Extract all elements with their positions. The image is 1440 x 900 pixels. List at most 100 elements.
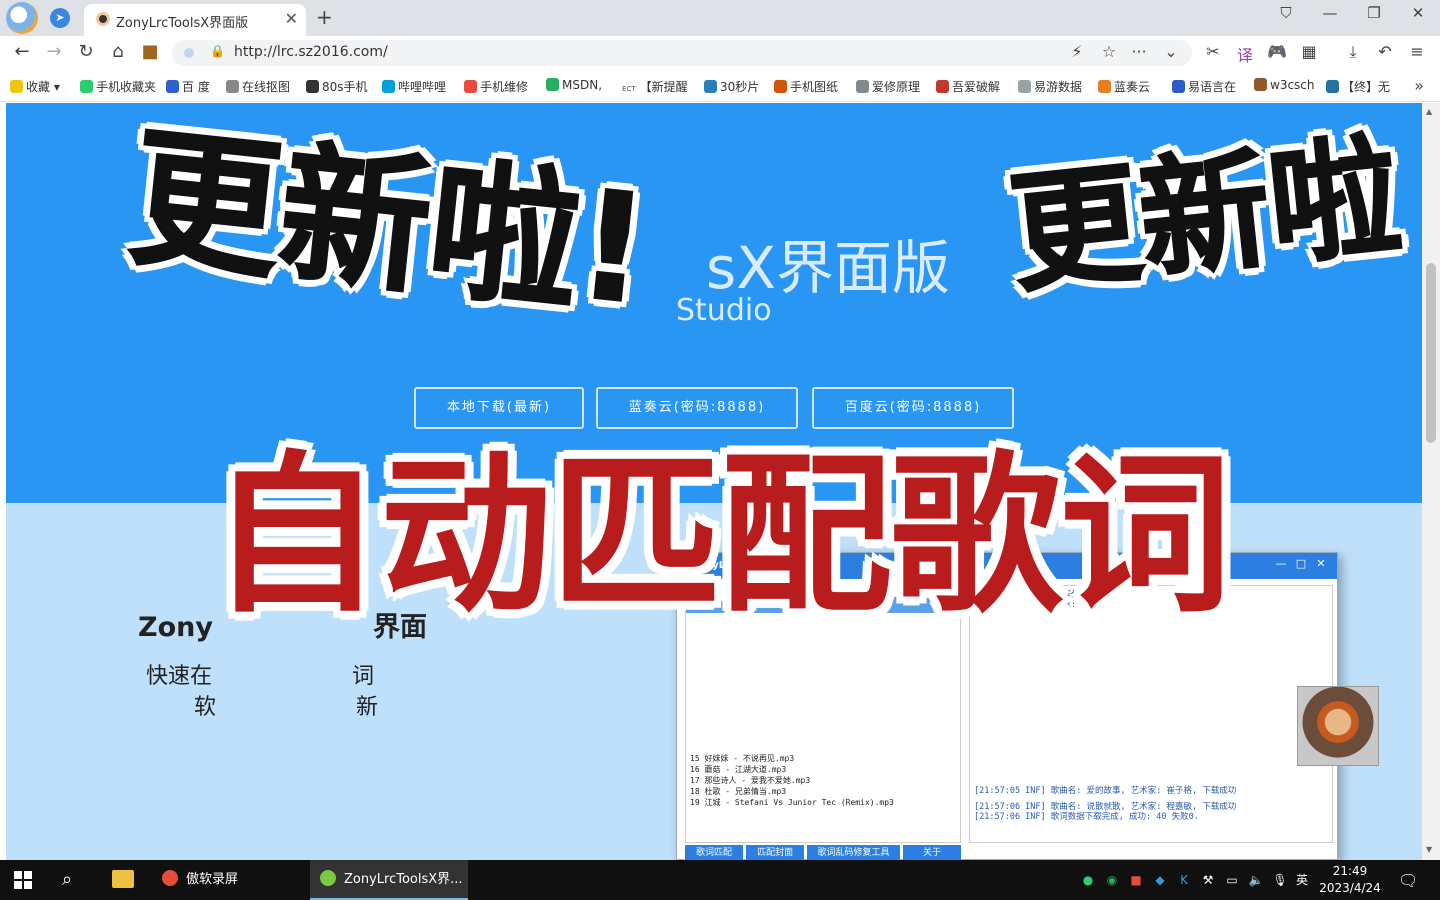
input-method-indicator[interactable]: 英 xyxy=(1294,872,1310,888)
forward-button[interactable]: → xyxy=(42,41,66,62)
app-about-button: 关于 xyxy=(902,845,962,860)
baidu-download-button[interactable]: 百度云(密码:8888) xyxy=(812,387,1014,429)
bookmark-item[interactable]: 【终】无 xyxy=(1326,78,1396,95)
tab-close-icon[interactable]: ✕ xyxy=(285,9,298,28)
lightning-icon[interactable]: ⚡ xyxy=(1066,42,1088,61)
app-cover-button: 匹配封面 xyxy=(746,845,805,860)
app-fix-button: 歌词乱码修复工具 xyxy=(807,845,900,860)
list-item: 19 江城 - Stefani Vs Junior Tec (Remix).mp… xyxy=(690,798,894,807)
tab-active[interactable]: ZonyLrcToolsX界面版 ✕ xyxy=(84,4,306,36)
app-toolbar: 歌词匹配 匹配封面 歌词乱码修复工具 关于 xyxy=(685,845,962,860)
taskbar-clock[interactable]: 21:49 2023/4/24 xyxy=(1310,863,1390,897)
app-lyric-search-button: 歌词匹配 xyxy=(685,845,744,860)
section-description: 快速在词 软新 xyxy=(146,664,379,720)
scroll-up-icon[interactable]: ▲ xyxy=(1426,107,1432,116)
address-bar[interactable]: 🔒 http://lrc.sz2016.com/ ⚡ ☆ ··· ⌄ xyxy=(172,40,1192,66)
bookmark-item[interactable]: 手机图纸 xyxy=(774,78,842,95)
minimize-button[interactable]: — xyxy=(1316,4,1344,22)
tray-wechat-icon[interactable]: ● xyxy=(1080,872,1096,888)
record-icon xyxy=(162,870,178,886)
tray-network-app-icon[interactable]: ◉ xyxy=(1104,872,1120,888)
clock-time: 21:49 xyxy=(1332,864,1368,878)
tray-tool-icon[interactable]: ⚒ xyxy=(1200,872,1216,888)
bookmark-item[interactable]: 30秒片 xyxy=(704,78,764,95)
overlay-caption-right: 更新啦 xyxy=(1002,118,1408,312)
download-icon[interactable]: ⤓ xyxy=(1342,42,1364,62)
scroll-thumb[interactable] xyxy=(1426,263,1436,443)
tab-favicon-icon xyxy=(96,12,110,26)
menu-icon[interactable]: ≡ xyxy=(1406,42,1428,61)
taskbar-app-recorder[interactable]: 傲软录屏 xyxy=(152,860,304,900)
bookmark-item[interactable]: 手机收藏夹 xyxy=(80,78,160,95)
url-text[interactable]: http://lrc.sz2016.com/ xyxy=(234,44,388,60)
home-button[interactable]: ⌂ xyxy=(106,41,130,62)
bookmark-item[interactable]: 百 度 xyxy=(166,78,222,95)
scroll-down-icon[interactable]: ▼ xyxy=(1426,845,1432,854)
bookmark-item[interactable]: MSDN, xyxy=(546,78,608,92)
bookmark-item[interactable]: 手机维修 xyxy=(464,78,532,95)
star-icon[interactable]: ☆ xyxy=(1098,42,1120,61)
tray-huawei-icon[interactable]: ■ xyxy=(1128,872,1144,888)
volume-icon[interactable]: 🔈 xyxy=(1248,872,1264,888)
file-explorer-icon[interactable] xyxy=(112,870,134,888)
gamepad-icon[interactable]: 🎮 xyxy=(1266,42,1288,61)
zony-app-icon xyxy=(320,870,336,886)
reload-button[interactable]: ↻ xyxy=(74,41,98,62)
app-close-icon: ✕ xyxy=(1316,557,1326,570)
send-icon[interactable]: ➤ xyxy=(50,8,70,28)
log-line: [21:57:05 INF] 歌曲名: 爱的故事, 艺术家: 崔子格, 下载成功 xyxy=(974,786,1237,796)
bookmark-item[interactable]: ECT 【新提醒 xyxy=(622,78,698,95)
bookmark-item[interactable]: 易游数据 xyxy=(1018,78,1086,95)
bookmark-item[interactable]: 哔哩哔哩 xyxy=(382,78,450,95)
microphone-icon[interactable]: 🎙 xyxy=(1272,872,1288,888)
bookmark-item[interactable]: w3csch xyxy=(1254,78,1314,92)
briefcase-icon[interactable]: ■ xyxy=(138,41,162,62)
log-line: [21:57:06 INF] 歌曲名: 说散就散, 艺术家: 程嘉敏, 下载成功 xyxy=(974,802,1237,812)
browser-logo-icon[interactable] xyxy=(6,2,38,34)
bookmarks-bar: 收藏 ▾ 手机收藏夹 百 度 在线抠图 80s手机 哔哩哔哩 手机维修 MSDN… xyxy=(0,70,1440,102)
taskbar: ⌕ 傲软录屏 ZonyLrcToolsX界... ● ◉ ■ ◆ K ⚒ ▭ 🔈… xyxy=(0,860,1440,900)
ect-icon: ECT xyxy=(622,85,636,93)
bookmark-item[interactable]: 80s手机 xyxy=(306,78,368,95)
taskbar-app-zony[interactable]: ZonyLrcToolsX界... xyxy=(310,860,468,900)
list-item: 16 蘑菇 - 江湖大道.mp3 xyxy=(690,765,787,774)
site-info-icon[interactable] xyxy=(184,48,194,58)
hero-subtitle: Studio xyxy=(676,293,772,328)
shirt-icon[interactable]: ⛉ xyxy=(1272,4,1300,22)
close-window-button[interactable]: ✕ xyxy=(1404,4,1432,22)
translate-icon[interactable]: 译 xyxy=(1234,42,1256,66)
restore-button[interactable]: ❐ xyxy=(1360,4,1388,22)
back-button[interactable]: ← xyxy=(10,41,34,62)
page-scrollbar[interactable]: ▲ ▼ xyxy=(1422,103,1440,860)
local-download-button[interactable]: 本地下载(最新) xyxy=(414,387,584,429)
search-icon[interactable]: ⌕ xyxy=(62,869,72,890)
tab-title: ZonyLrcToolsX界面版 xyxy=(116,16,249,31)
not-secure-icon[interactable]: 🔒 xyxy=(210,44,225,58)
log-line: [21:57:06 INF] 歌词数据下载完成, 成功: 40 失败0. xyxy=(974,812,1199,822)
bookmark-item[interactable]: 在线抠图 xyxy=(226,78,294,95)
tray-app-icon[interactable]: ◆ xyxy=(1152,872,1168,888)
undo-icon[interactable]: ↶ xyxy=(1374,42,1396,61)
notification-icon[interactable]: 🗨 xyxy=(1398,871,1418,890)
tab-strip: ➤ ZonyLrcToolsX界面版 ✕ + ⛉ — ❐ ✕ xyxy=(0,0,1440,36)
scissors-icon[interactable]: ✂ xyxy=(1202,42,1224,61)
list-item: 17 那些诗人 - 爱我不爱她.mp3 xyxy=(690,776,811,785)
tray-k-icon[interactable]: K xyxy=(1176,872,1192,888)
list-item: 15 好妹妹 - 不说再见.mp3 xyxy=(690,754,795,763)
windows-start-icon[interactable] xyxy=(14,871,32,889)
new-tab-button[interactable]: + xyxy=(316,5,333,29)
apps-grid-icon[interactable]: ▦ xyxy=(1298,42,1320,61)
tray-network-icon[interactable]: ▭ xyxy=(1224,872,1240,888)
bookmarks-overflow-button[interactable]: » xyxy=(1414,76,1424,95)
chevron-down-icon[interactable]: ⌄ xyxy=(1160,42,1182,61)
bookmark-item[interactable]: 收藏 ▾ xyxy=(10,78,60,95)
bookmark-item[interactable]: 吾爱破解 xyxy=(936,78,1004,95)
bookmark-item[interactable]: 爱修原理 xyxy=(856,78,924,95)
app-maximize-icon: □ xyxy=(1295,557,1307,570)
more-dots-icon[interactable]: ··· xyxy=(1128,42,1150,61)
bookmark-item[interactable]: 蓝奏云 xyxy=(1098,78,1158,95)
overlay-caption-main: 自动匹配歌词 xyxy=(210,435,1232,636)
bookmark-item[interactable]: 易语言在 xyxy=(1172,78,1242,95)
lanzou-download-button[interactable]: 蓝奏云(密码:8888) xyxy=(596,387,798,429)
app-minimize-icon: — xyxy=(1275,557,1287,570)
